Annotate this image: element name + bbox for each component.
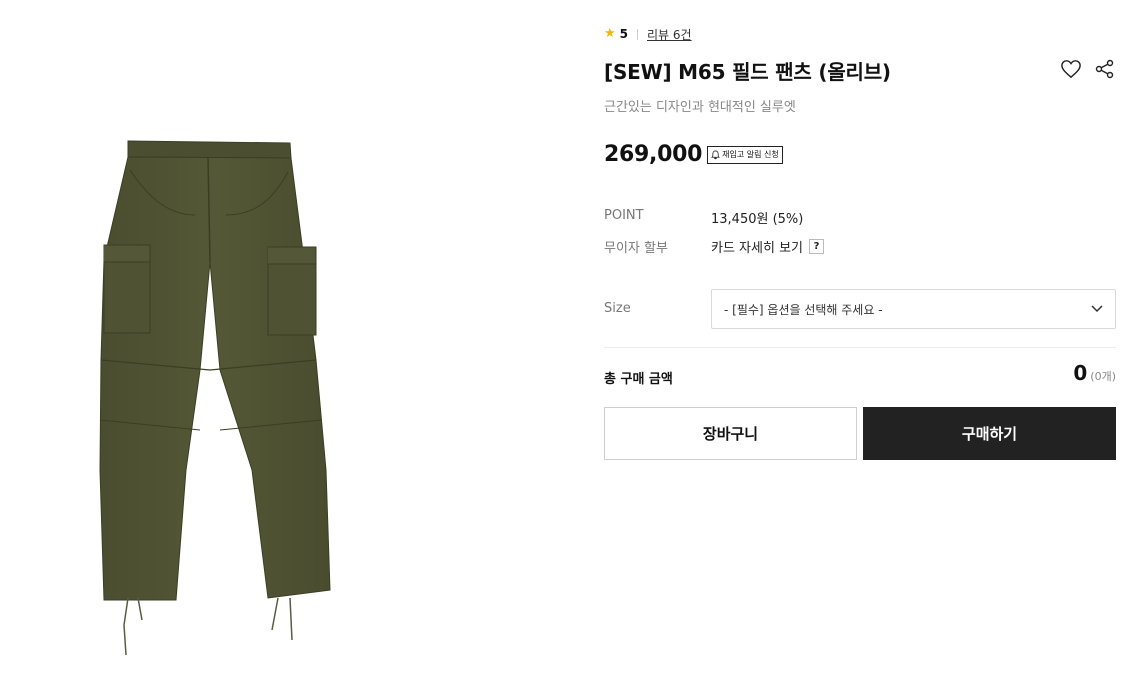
divider <box>637 28 639 40</box>
star-icon: ★ <box>604 26 616 41</box>
bell-icon <box>711 150 721 159</box>
point-value: 13,450원 (5%) <box>711 212 804 227</box>
share-icon[interactable] <box>1094 58 1116 80</box>
add-to-cart-button[interactable]: 장바구니 <box>604 407 857 460</box>
product-subtitle: 근간있는 디자인과 현대적인 실루엣 <box>604 100 796 115</box>
total-value: 0 (0개) <box>1073 361 1116 385</box>
rating-score: 5 <box>619 27 629 41</box>
total-label: 총 구매 금액 <box>604 372 673 387</box>
product-image <box>0 0 560 691</box>
rating-row: ★ 5 리뷰 6건 <box>604 26 692 42</box>
olive-cargo-pants-image <box>99 140 331 656</box>
point-row: POINT 13,450원 (5%) <box>604 208 803 227</box>
installment-row: 무이자 할부 카드 자세히 보기 ? <box>604 237 824 256</box>
card-details-link[interactable]: 카드 자세히 보기 <box>711 237 803 256</box>
help-icon[interactable]: ? <box>809 239 824 254</box>
total-amount: 0 <box>1073 361 1088 385</box>
size-label: Size <box>604 301 631 316</box>
restock-alert-button[interactable]: 재입고 알림 신청 <box>707 145 783 164</box>
installment-value: 카드 자세히 보기 ? <box>711 237 824 256</box>
buy-now-button[interactable]: 구매하기 <box>863 407 1116 460</box>
restock-label: 재입고 알림 신청 <box>722 150 779 159</box>
heart-icon[interactable] <box>1060 58 1082 80</box>
size-select-value: - [필수] 옵션을 선택해 주세요 - <box>724 302 883 317</box>
review-link[interactable]: 리뷰 6건 <box>647 26 692 43</box>
title-actions <box>1060 58 1116 80</box>
total-count: (0개) <box>1090 370 1116 383</box>
point-label: POINT <box>604 208 644 223</box>
divider <box>604 347 1116 348</box>
chevron-down-icon <box>1091 305 1103 313</box>
product-price: 269,000 <box>604 142 703 167</box>
installment-label: 무이자 할부 <box>604 241 668 256</box>
product-title: [SEW] M65 필드 팬츠 (올리브) <box>604 60 891 84</box>
size-select[interactable]: - [필수] 옵션을 선택해 주세요 - <box>711 289 1116 329</box>
price-row: 269,000 재입고 알림 신청 <box>604 142 783 167</box>
